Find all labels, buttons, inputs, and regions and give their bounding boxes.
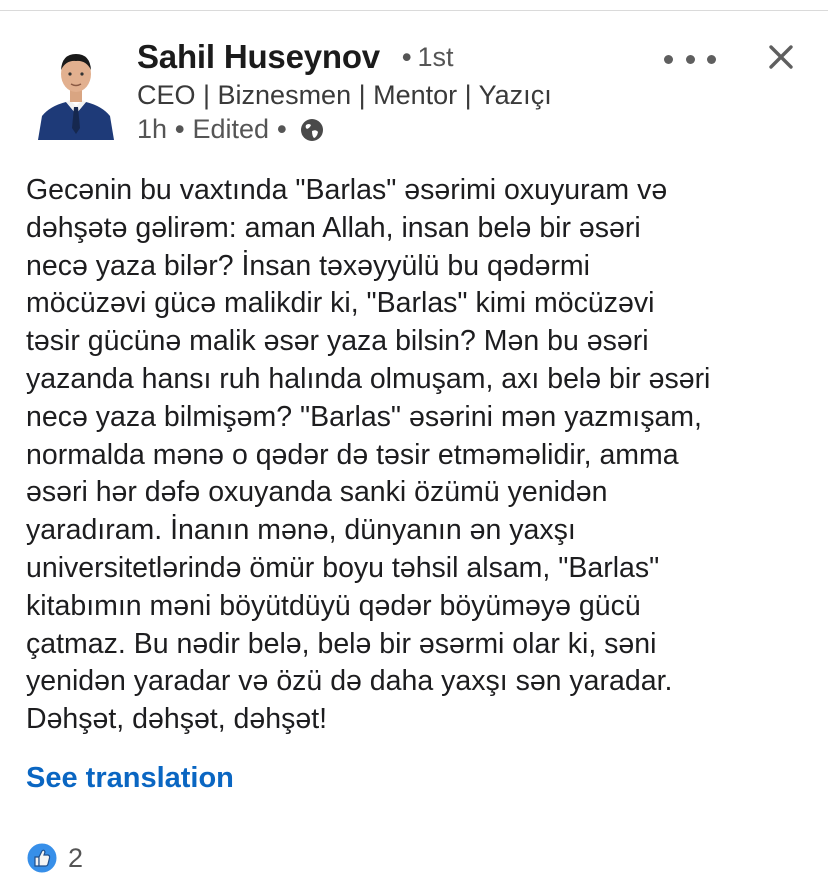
meta-separator: • <box>277 114 287 144</box>
post-body-line: möcüzəvi gücə malikdir ki, "Barlas" kimi… <box>26 287 655 320</box>
reaction-count: 2 <box>68 842 84 873</box>
top-divider <box>0 0 828 11</box>
close-icon[interactable] <box>764 40 798 74</box>
post-body: Gecənin bu vaxtında "Barlas" əsərimi oxu… <box>26 172 804 739</box>
globe-icon <box>300 118 323 141</box>
post-meta: 1h • Edited • <box>137 114 325 145</box>
more-options-button[interactable] <box>664 44 716 74</box>
edited-label: Edited <box>192 114 270 144</box>
post-body-line: normalda mənə o qədər də təsir etməməlid… <box>26 438 679 471</box>
post-body-line: Dəhşət, dəhşət, dəhşət! <box>26 703 328 736</box>
post-body-line: necə yaza bilmişəm? "Barlas" əsərini mən… <box>26 400 702 433</box>
more-horizontal-icon-dot <box>664 54 673 64</box>
post-body-line: çatmaz. Bu nədir belə, belə bir əsərmi o… <box>26 627 657 660</box>
more-horizontal-icon-dot <box>707 54 716 64</box>
post-body-line: necə yaza bilər? İnsan təxəyyülü bu qədə… <box>26 249 591 282</box>
author-headline: CEO | Biznesmen | Mentor | Yazıçı <box>137 80 552 110</box>
post-body-line: Gecənin bu vaxtında "Barlas" əsərimi oxu… <box>26 174 668 206</box>
see-translation-link[interactable]: See translation <box>26 762 234 795</box>
post-body-line: yaradıram. İnanın mənə, dünyanın ən yaxş… <box>26 514 576 547</box>
post-body-line: təsir gücünə malik əsər yaza bilsin? Mən… <box>26 325 649 358</box>
avatar[interactable] <box>36 44 116 140</box>
post-body-line: əsəri hər dəfə oxuyanda sanki özümü yeni… <box>26 476 608 509</box>
reactions-summary[interactable]: 2 <box>26 842 83 874</box>
author-name[interactable]: Sahil Huseynov <box>137 38 380 76</box>
connection-degree-label: 1st <box>417 42 454 72</box>
more-horizontal-icon-dot <box>685 54 695 64</box>
meta-separator: • <box>175 114 185 144</box>
post-time: 1h <box>137 114 168 144</box>
post-body-line: dəhşətə gəlirəm: aman Allah, insan belə … <box>26 211 641 244</box>
profile-photo-icon <box>38 54 114 140</box>
post-body-line: yazanda hansı ruh halında olmuşam, axı b… <box>26 362 711 395</box>
connection-degree: • 1st <box>402 42 454 72</box>
post-body-line: yenidən yaradar və özü də daha yaxşı sən… <box>26 665 673 698</box>
like-icon <box>26 842 58 874</box>
post-body-line: universitetlərində ömür boyu təhsil alsa… <box>26 551 660 584</box>
post-body-line: kitabımın məni böyütdüyü qədər böyüməyə … <box>26 589 641 622</box>
